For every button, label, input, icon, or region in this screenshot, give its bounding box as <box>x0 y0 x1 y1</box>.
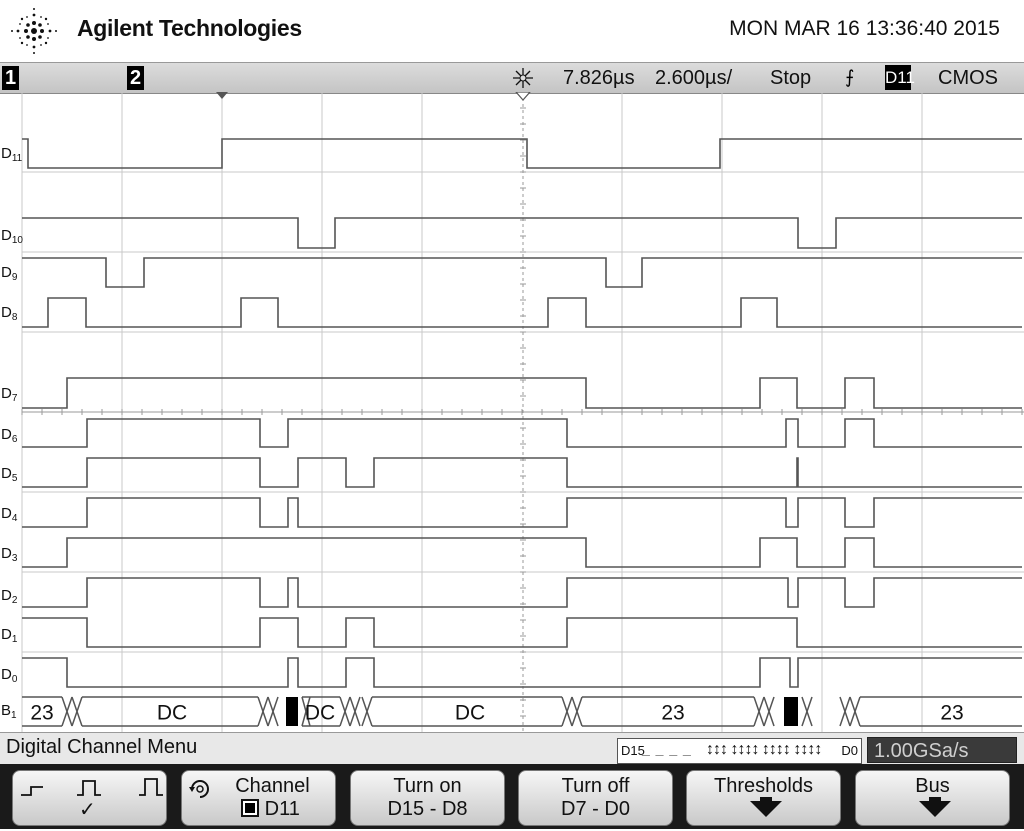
trigger-source-label: D11 <box>885 68 915 87</box>
center-marker-icon <box>515 92 531 101</box>
channel-label: D2 <box>1 587 18 606</box>
trigger-level[interactable]: CMOS <box>938 66 998 90</box>
channel-label: D1 <box>1 626 18 645</box>
channel-label-index: 6 <box>11 434 18 445</box>
channel-select-softkey[interactable]: Channel D11 <box>181 770 336 826</box>
status-bar: 1 2 7.826µs 2.600µs/ Stop ⨍ D11 CMOS <box>0 62 1024 94</box>
bus-value: DC <box>305 702 335 725</box>
waveform-display: 23 DC DC DC 23 23 <box>21 92 1024 732</box>
trigger-marker-icon <box>216 92 228 99</box>
channel-label: D5 <box>1 465 18 484</box>
menu-bar: Digital Channel Menu D15 _ _ _ _ ↕↕↕ ↕↕↕… <box>0 732 1024 765</box>
channel-activity-arrows-icon: ↕↕↕ ↕↕↕↕ ↕↕↕↕ ↕↕↕↕ <box>706 741 822 758</box>
thresholds-softkey[interactable]: Thresholds <box>686 770 841 826</box>
channel-label-index: 3 <box>11 553 18 564</box>
sample-rate: 1.00GSa/s <box>867 737 1017 763</box>
thresholds-label: Thresholds <box>714 775 813 797</box>
channel-label: D0 <box>1 666 18 685</box>
channel-label-index: 1 <box>11 710 17 721</box>
trace-D1 <box>22 617 1022 648</box>
turn-off-line2: D7 - D0 <box>561 798 630 820</box>
channel-softkey-label: Channel <box>235 775 310 797</box>
turn-on-line2: D15 - D8 <box>387 798 468 820</box>
acquisition-icon <box>513 68 533 88</box>
bus-value: 23 <box>661 702 684 725</box>
channel-bar-end: D0 <box>841 743 858 758</box>
bus-value: 23 <box>30 702 53 725</box>
channel-label: D3 <box>1 545 18 564</box>
trace-D3 <box>22 537 1022 568</box>
channel-label-index: 10 <box>11 235 23 246</box>
trace-D7 <box>22 377 1022 409</box>
trigger-source[interactable]: D11 <box>885 65 915 90</box>
trigger-position[interactable]: 7.826µs <box>563 66 635 90</box>
channel-1-indicator[interactable]: 1 <box>2 66 19 90</box>
trace-D10 <box>22 217 1022 249</box>
channel-label-index: 7 <box>11 393 18 404</box>
turn-on-softkey[interactable]: Turn on D15 - D8 <box>350 770 505 826</box>
timebase[interactable]: 2.600µs/ <box>655 66 732 90</box>
channel-label-index: 11 <box>11 153 23 164</box>
channel-label-index: 1 <box>11 634 18 645</box>
turn-on-line1: Turn on <box>393 775 462 797</box>
channel-softkey-value-text: D11 <box>264 798 300 820</box>
channel-label: D9 <box>1 264 18 283</box>
channel-label: B1 <box>1 702 17 721</box>
channel-label: D4 <box>1 505 18 524</box>
brand-name: Agilent Technologies <box>77 15 302 41</box>
channel-enabled-checkbox-icon <box>241 799 260 817</box>
trace-D8 <box>22 297 1022 328</box>
channel-label-index: 8 <box>11 312 18 323</box>
channel-label-index: 0 <box>11 674 18 685</box>
softkey-row: ✓ Channel D11 Turn on D15 - D8 Turn off … <box>0 764 1024 829</box>
channel-label: D6 <box>1 426 18 445</box>
trace-D4 <box>22 497 1022 528</box>
falling-edge-icon: ⨍ <box>845 67 855 87</box>
trace-D9 <box>22 257 1022 288</box>
bus-value: 23 <box>940 702 963 725</box>
trace-D5 <box>22 457 1022 488</box>
bus-glitch-marker <box>286 697 298 726</box>
channel-label: D10 <box>1 227 23 246</box>
channel-label-index: 4 <box>11 513 18 524</box>
menu-title: Digital Channel Menu <box>6 736 198 758</box>
channel-softkey-value: D11 <box>206 798 335 821</box>
channel-label: D7 <box>1 385 18 404</box>
threshold-check-icon: ✓ <box>79 799 96 821</box>
turn-off-softkey[interactable]: Turn off D7 - D0 <box>518 770 673 826</box>
channel-activity-bar: D15 _ _ _ _ ↕↕↕ ↕↕↕↕ ↕↕↕↕ ↕↕↕↕ D0 <box>617 738 862 764</box>
center-axes <box>21 92 1024 732</box>
channel-label-index: 9 <box>11 272 18 283</box>
trace-D6 <box>22 418 1022 448</box>
submenu-arrow-icon <box>919 801 951 817</box>
header-bar: Agilent Technologies MON MAR 16 13:36:40… <box>0 0 1024 62</box>
date-time: MON MAR 16 13:36:40 2015 <box>729 17 1000 40</box>
bus-trace: 23 DC DC DC 23 23 <box>22 696 1022 727</box>
agilent-spark-logo-icon <box>11 8 57 54</box>
channel-label: D11 <box>1 145 23 164</box>
channel-label: D8 <box>1 304 18 323</box>
channel-bar-dashes: _ _ _ _ <box>642 740 692 756</box>
trace-D0 <box>22 657 1022 688</box>
channel-label-index: 2 <box>11 595 18 606</box>
bus-value: DC <box>157 702 187 725</box>
bus-value: DC <box>455 702 485 725</box>
turn-off-line1: Turn off <box>561 775 630 797</box>
trace-D2 <box>22 577 1022 608</box>
threshold-mode-softkey[interactable]: ✓ <box>12 770 167 826</box>
channel-label-index: 5 <box>11 473 18 484</box>
bus-softkey[interactable]: Bus <box>855 770 1010 826</box>
submenu-arrow-icon <box>750 801 782 817</box>
channel-2-indicator[interactable]: 2 <box>127 66 144 90</box>
bus-glitch-marker <box>784 697 798 726</box>
trace-D11 <box>22 138 1022 169</box>
bus-label: Bus <box>915 775 950 797</box>
run-state[interactable]: Stop <box>770 66 811 90</box>
